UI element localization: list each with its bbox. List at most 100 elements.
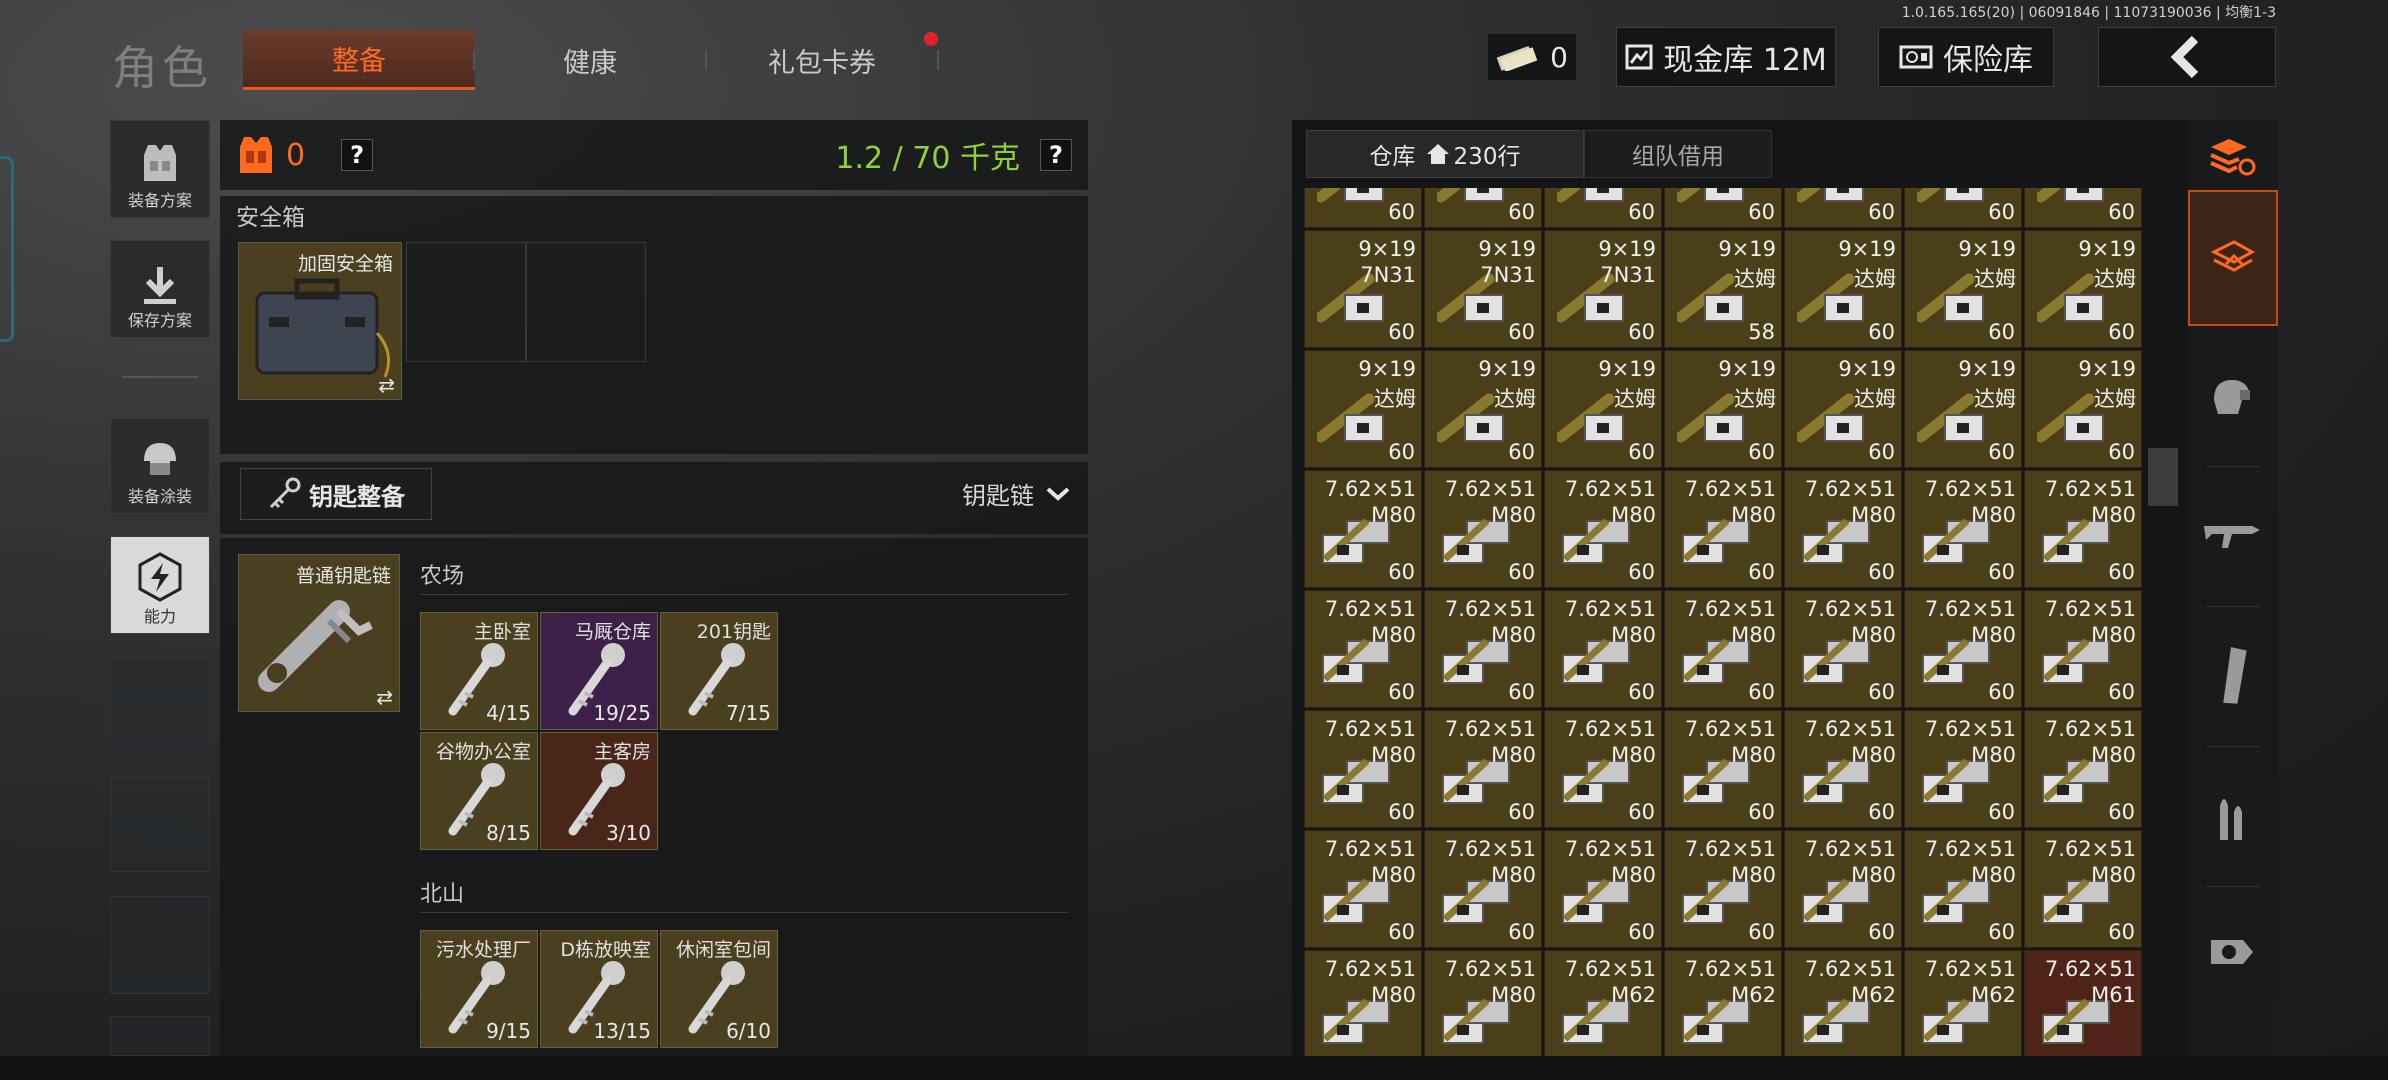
warehouse-item[interactable]: 9×19 达姆 60: [1664, 350, 1782, 468]
empty-safe-slot[interactable]: [526, 242, 646, 362]
category-helmet[interactable]: [2188, 350, 2276, 442]
warehouse-item[interactable]: 7.62×51 M80 60: [1904, 590, 2022, 708]
warehouse-item[interactable]: 9×19 7N31 60: [1304, 230, 1422, 348]
warehouse-item[interactable]: 7.62×51 M80 60: [1424, 590, 1542, 708]
warehouse-item[interactable]: 7.62×51 M80 60: [1784, 590, 1902, 708]
loadout-plan-button[interactable]: 装备方案: [110, 120, 210, 218]
warehouse-item[interactable]: 7.62×51 M80 60: [1304, 710, 1422, 828]
empty-safe-slot[interactable]: [406, 242, 526, 362]
key-item[interactable]: 污水处理厂 9/15: [420, 930, 538, 1048]
warehouse-item[interactable]: 7.62×51 M80 60: [1904, 710, 2022, 828]
warehouse-item[interactable]: 7.62×51 M80 60: [1544, 830, 1662, 948]
warehouse-item[interactable]: 7.62×51 M80 60: [1904, 470, 2022, 588]
tab-health[interactable]: 健康: [474, 30, 706, 90]
warehouse-item[interactable]: 7.62×51 M80 60: [2024, 710, 2142, 828]
warehouse-item[interactable]: 9×19 达姆 60: [1784, 350, 1902, 468]
warehouse-item[interactable]: 9×19 达姆 58: [1664, 230, 1782, 348]
warehouse-item[interactable]: 60: [1424, 188, 1542, 228]
warehouse-item[interactable]: 7.62×51 M61: [2024, 950, 2142, 1056]
warehouse-item[interactable]: 7.62×51 M62: [1784, 950, 1902, 1056]
warehouse-item[interactable]: 60: [2024, 188, 2142, 228]
warehouse-item[interactable]: 7.62×51 M80 60: [1304, 590, 1422, 708]
warehouse-item[interactable]: 7.62×51 M80 60: [2024, 470, 2142, 588]
warehouse-item[interactable]: 9×19 7N31 60: [1544, 230, 1662, 348]
warehouse-item[interactable]: 9×19 达姆 60: [1784, 230, 1902, 348]
cartridge-icon: [1677, 188, 1744, 203]
safe-box-slot[interactable]: 加固安全箱 ⇄: [238, 242, 402, 400]
swap-icon[interactable]: ⇄: [376, 685, 393, 709]
ability-button[interactable]: 能力: [110, 536, 210, 634]
key-loadout-button[interactable]: 钥匙整备: [240, 468, 432, 520]
warehouse-item[interactable]: 7.62×51 M80 60: [1784, 470, 1902, 588]
warehouse-item[interactable]: 9×19 达姆 60: [1904, 350, 2022, 468]
cash-vault-button[interactable]: 现金库 12M: [1616, 27, 1836, 87]
warehouse-item[interactable]: 9×19 达姆 60: [2024, 350, 2142, 468]
side-drawer-handle[interactable]: [0, 156, 14, 342]
warehouse-scrollbar[interactable]: [2148, 448, 2178, 506]
warehouse-item[interactable]: 60: [1544, 188, 1662, 228]
keychain-dropdown[interactable]: 钥匙链: [962, 476, 1070, 511]
currency-display[interactable]: 0: [1488, 34, 1576, 80]
tab-equipment[interactable]: 整备: [243, 30, 475, 90]
key-item[interactable]: 主客房 3/10: [540, 732, 658, 850]
category-all[interactable]: [2188, 212, 2276, 304]
warehouse-item[interactable]: 7.62×51 M80 60: [1664, 830, 1782, 948]
key-item[interactable]: 谷物办公室 8/15: [420, 732, 538, 850]
warehouse-item[interactable]: 7.62×51 M80 60: [1544, 590, 1662, 708]
warehouse-item[interactable]: 7.62×51 M80 60: [1424, 710, 1542, 828]
warehouse-item[interactable]: 7.62×51 M80 60: [1904, 830, 2022, 948]
skin-paint-button[interactable]: 装备涂装: [110, 418, 210, 514]
key-section-header: 钥匙整备 钥匙链: [220, 462, 1088, 534]
category-ammo[interactable]: [2188, 770, 2276, 862]
category-magazine[interactable]: [2188, 630, 2276, 722]
warehouse-item[interactable]: 7.62×51 M80 60: [1664, 470, 1782, 588]
warehouse-item[interactable]: 7.62×51 M80 60: [1544, 710, 1662, 828]
warehouse-item[interactable]: 7.62×51 M80 60: [2024, 830, 2142, 948]
warehouse-item[interactable]: 7.62×51 M80: [1424, 950, 1542, 1056]
warehouse-item[interactable]: 60: [1304, 188, 1422, 228]
armor-help-button[interactable]: ?: [341, 139, 374, 171]
warehouse-item[interactable]: 7.62×51 M62: [1664, 950, 1782, 1056]
warehouse-item[interactable]: 7.62×51 M80 60: [1424, 470, 1542, 588]
sort-button[interactable]: [2188, 110, 2276, 202]
save-plan-button[interactable]: 保存方案: [110, 240, 210, 338]
warehouse-item[interactable]: 7.62×51 M80 60: [1424, 830, 1542, 948]
warehouse-item[interactable]: 7.62×51 M80 60: [1304, 830, 1422, 948]
warehouse-item[interactable]: 7.62×51 M80 60: [2024, 590, 2142, 708]
warehouse-item[interactable]: 7.62×51 M80 60: [1784, 710, 1902, 828]
warehouse-item[interactable]: 7.62×51 M62: [1544, 950, 1662, 1056]
warehouse-item[interactable]: 9×19 达姆 60: [1304, 350, 1422, 468]
warehouse-item[interactable]: 7.62×51 M80 60: [1544, 470, 1662, 588]
warehouse-item[interactable]: 60: [1904, 188, 2022, 228]
warehouse-item[interactable]: 60: [1784, 188, 1902, 228]
warehouse-item[interactable]: 7.62×51 M80 60: [1304, 470, 1422, 588]
warehouse-item[interactable]: 7.62×51 M80 60: [1784, 830, 1902, 948]
tab-gift-cards[interactable]: 礼包卡券: [706, 30, 938, 90]
key-item[interactable]: 休闲室包间 6/10: [660, 930, 778, 1048]
warehouse-item[interactable]: 7.62×51 M62: [1904, 950, 2022, 1056]
warehouse-tab[interactable]: 仓库 230行: [1306, 130, 1584, 178]
key-item[interactable]: 201钥匙 7/15: [660, 612, 778, 730]
key-item[interactable]: D栋放映室 13/15: [540, 930, 658, 1048]
warehouse-item[interactable]: 60: [1664, 188, 1782, 228]
warehouse-item[interactable]: 9×19 达姆 60: [1424, 350, 1542, 468]
warehouse-item[interactable]: 9×19 达姆 60: [1904, 230, 2022, 348]
back-button[interactable]: [2098, 27, 2276, 87]
category-attachment[interactable]: [2188, 906, 2276, 998]
ammo-count: 60: [1628, 200, 1655, 224]
warehouse-item[interactable]: 9×19 7N31 60: [1424, 230, 1542, 348]
warehouse-item[interactable]: 7.62×51 M80 60: [1664, 710, 1782, 828]
team-borrow-tab[interactable]: 组队借用: [1584, 130, 1772, 178]
skin-paint-label: 装备涂装: [127, 487, 192, 506]
insurance-vault-button[interactable]: 保险库: [1878, 27, 2054, 87]
warehouse-item[interactable]: 9×19 达姆 60: [1544, 350, 1662, 468]
warehouse-item[interactable]: 7.62×51 M80 60: [1664, 590, 1782, 708]
warehouse-item[interactable]: 9×19 达姆 60: [2024, 230, 2142, 348]
category-weapon[interactable]: [2188, 490, 2276, 582]
warehouse-item[interactable]: 7.62×51 M80: [1304, 950, 1422, 1056]
weight-help-button[interactable]: ?: [1040, 139, 1072, 171]
key-item[interactable]: 马厩仓库 19/25: [540, 612, 658, 730]
key-item[interactable]: 主卧室 4/15: [420, 612, 538, 730]
swap-icon[interactable]: ⇄: [378, 373, 395, 397]
keychain-slot[interactable]: 普通钥匙链 ⇄: [238, 554, 400, 712]
